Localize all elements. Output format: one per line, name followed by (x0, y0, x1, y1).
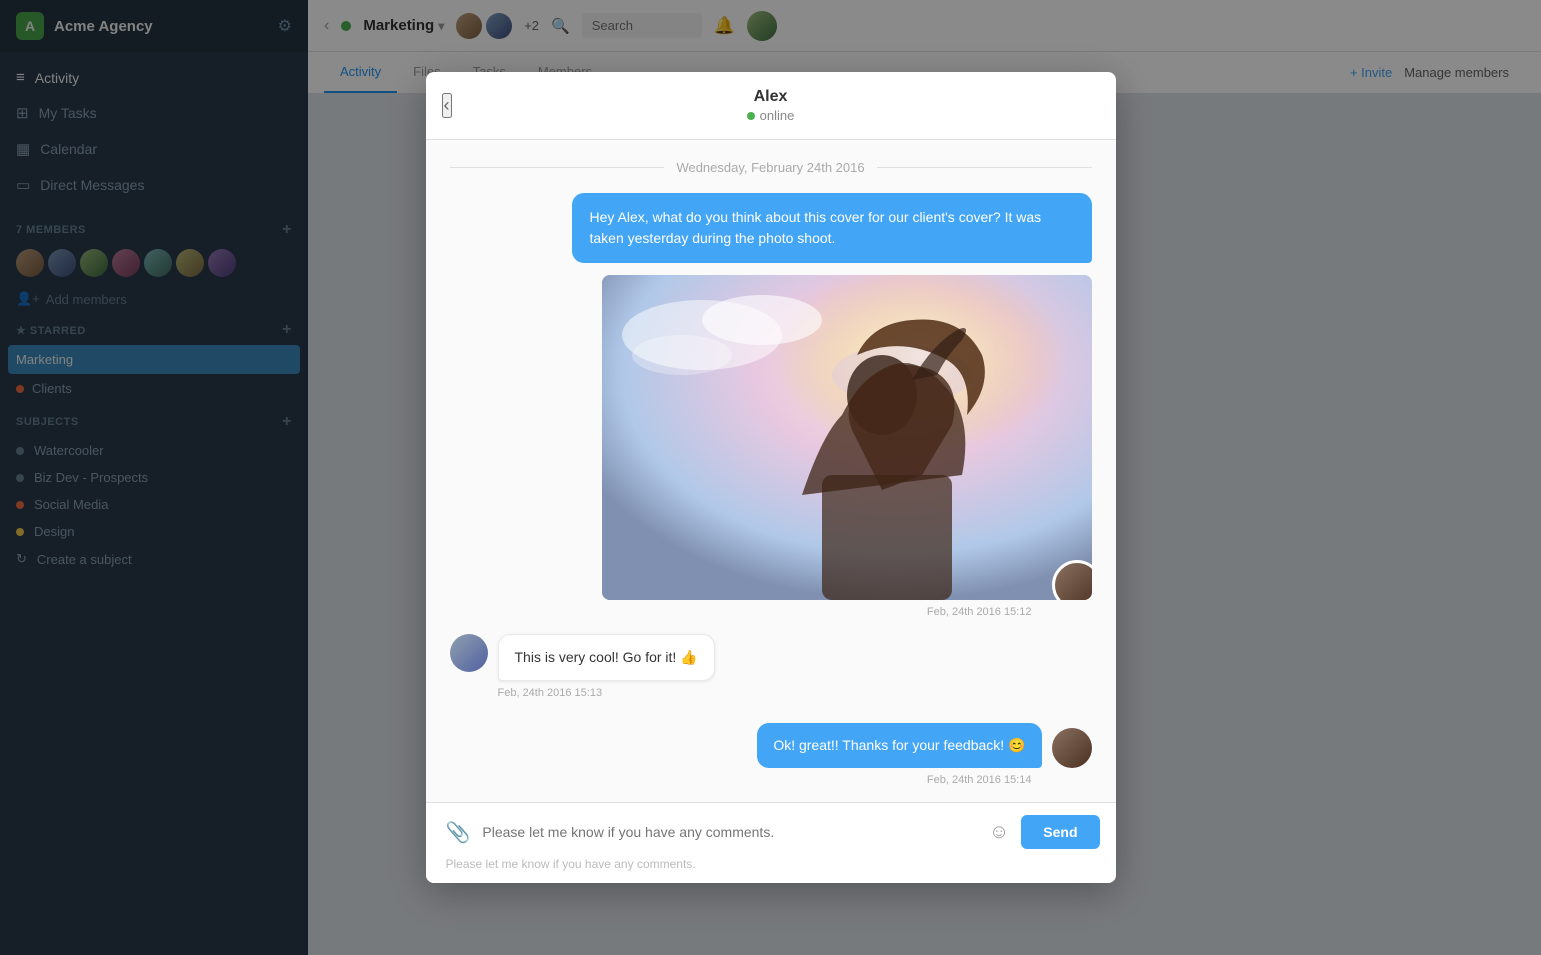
modal-back-button[interactable]: ‹ (442, 93, 452, 118)
msg-1-timestamp: Feb, 24th 2016 15:12 (450, 604, 1092, 626)
attachment-icon[interactable]: 📎 (442, 816, 475, 849)
msg-3-outgoing: Ok! great!! Thanks for your feedback! 😊 (450, 723, 1092, 768)
date-line-right (877, 167, 1092, 168)
modal-user-status: online (747, 108, 795, 123)
modal-title-group: Alex online (747, 88, 795, 123)
modal-footer: 📎 ☺ Send Please let me know if you have … (426, 802, 1116, 883)
msg-1-bubble: Hey Alex, what do you think about this c… (572, 193, 1092, 263)
image-container: Feb, 24th 2016 15:12 (426, 275, 1116, 626)
status-dot (747, 112, 755, 120)
chat-modal: ‹ Alex online Wednesday, February 24th 2… (426, 72, 1116, 883)
photo-svg (602, 275, 1092, 600)
msg-2-avatar (450, 634, 488, 672)
footer-input-row: 📎 ☺ Send (442, 815, 1100, 849)
message-group-3: Ok! great!! Thanks for your feedback! 😊 … (426, 715, 1116, 802)
msg-3-bubble: Ok! great!! Thanks for your feedback! 😊 (757, 723, 1041, 768)
date-text: Wednesday, February 24th 2016 (676, 160, 864, 175)
msg-2-incoming: This is very cool! Go for it! 👍 (450, 634, 1092, 681)
msg-image-wrapper (450, 275, 1092, 600)
msg-3-timestamp: Feb, 24th 2016 15:14 (450, 772, 1092, 794)
footer-note: Please let me know if you have any comme… (442, 849, 1100, 871)
msg-3-avatar (1052, 728, 1092, 768)
msg-photo (602, 275, 1092, 600)
msg-2-timestamp: Feb, 24th 2016 15:13 (450, 685, 1092, 707)
modal-overlay[interactable]: ‹ Alex online Wednesday, February 24th 2… (0, 0, 1541, 955)
date-line-left (450, 167, 665, 168)
modal-header: ‹ Alex online (426, 72, 1116, 140)
msg-2-bubble: This is very cool! Go for it! 👍 (498, 634, 715, 681)
message-group-2: This is very cool! Go for it! 👍 Feb, 24t… (426, 626, 1116, 715)
modal-user-name: Alex (747, 88, 795, 106)
photo-inner (602, 275, 1092, 600)
back-chevron-icon: ‹ (444, 95, 450, 116)
message-group-1: Hey Alex, what do you think about this c… (426, 185, 1116, 275)
send-button[interactable]: Send (1021, 815, 1099, 849)
emoji-icon[interactable]: ☺ (985, 817, 1013, 848)
date-separator: Wednesday, February 24th 2016 (426, 140, 1116, 185)
modal-body: Wednesday, February 24th 2016 Hey Alex, … (426, 140, 1116, 802)
message-input[interactable] (482, 824, 976, 840)
msg-1-outgoing: Hey Alex, what do you think about this c… (450, 193, 1092, 263)
